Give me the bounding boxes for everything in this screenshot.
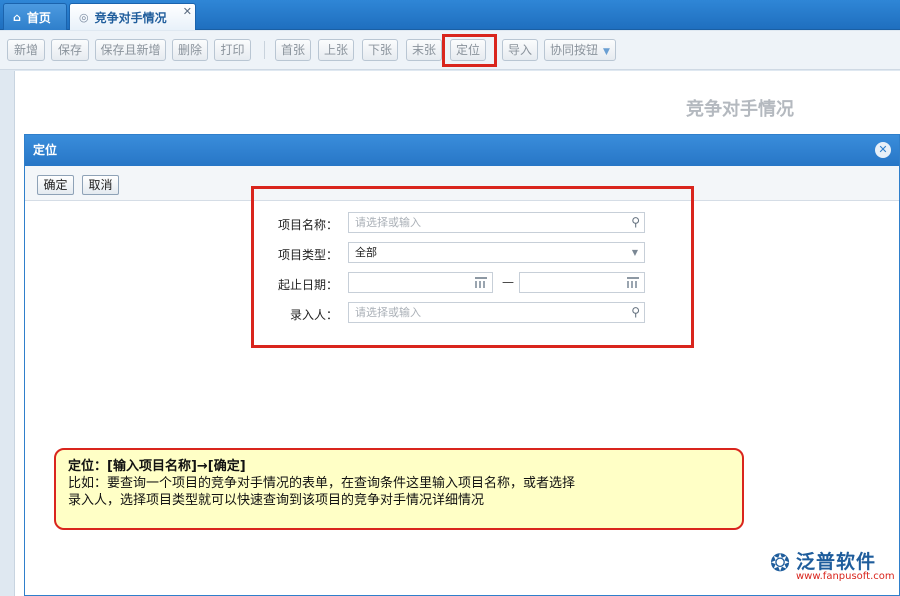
- logo-url: www.fanpusoft.com: [796, 571, 895, 582]
- dialog-title: 定位: [25, 135, 899, 166]
- save-button[interactable]: 保存: [51, 39, 89, 61]
- page-heading: 竞争对手情况: [686, 99, 794, 120]
- note-line-1: 定位：[输入项目名称]→[确定]: [68, 459, 246, 474]
- last-button[interactable]: 末张: [406, 39, 442, 61]
- toolbar-divider: [264, 41, 265, 59]
- import-button[interactable]: 导入: [502, 39, 538, 61]
- logo-name: 泛普软件: [796, 551, 877, 573]
- form-highlight-box: [251, 186, 694, 348]
- tab-competitor-label: 竞争对手情况: [94, 10, 167, 25]
- delete-button[interactable]: 删除: [172, 39, 208, 61]
- confirm-button[interactable]: 确定: [37, 175, 74, 195]
- logo-icon: ❂: [770, 549, 791, 577]
- brand-logo: ❂ 泛普软件 www.fanpusoft.com: [770, 547, 896, 587]
- instruction-note: 定位：[输入项目名称]→[确定] 比如：要查询一个项目的竞争对手情况的表单，在查…: [54, 448, 744, 530]
- collab-button[interactable]: 协同按钮 ▼: [544, 39, 616, 61]
- new-button[interactable]: 新增: [7, 39, 45, 61]
- locate-highlight-box: [442, 34, 497, 67]
- tab-home-label: 首页: [26, 10, 51, 25]
- note-line-3: 录入人，选择项目类型就可以快速查询到该项目的竞争对手情况详细情况: [68, 493, 485, 508]
- chevron-down-icon: ▼: [603, 47, 610, 57]
- first-button[interactable]: 首张: [275, 39, 311, 61]
- next-button[interactable]: 下张: [362, 39, 398, 61]
- collab-button-label: 协同按钮: [550, 43, 599, 57]
- cancel-button[interactable]: 取消: [82, 175, 119, 195]
- page-icon: ◎: [79, 10, 89, 24]
- home-icon: ⌂: [13, 10, 21, 24]
- close-icon[interactable]: ✕: [875, 142, 891, 158]
- tab-home[interactable]: ⌂ 首页: [3, 3, 67, 30]
- tab-competitor[interactable]: ◎ 竞争对手情况 ✕: [69, 3, 196, 30]
- note-line-2: 比如：要查询一个项目的竞争对手情况的表单，在查询条件这里输入项目名称，或者选择: [68, 476, 576, 491]
- print-button[interactable]: 打印: [214, 39, 251, 61]
- close-icon[interactable]: ✕: [183, 5, 192, 18]
- tab-bar: ⌂ 首页 ◎ 竞争对手情况 ✕: [0, 0, 900, 30]
- save-and-new-button[interactable]: 保存且新增: [95, 39, 166, 61]
- prev-button[interactable]: 上张: [318, 39, 354, 61]
